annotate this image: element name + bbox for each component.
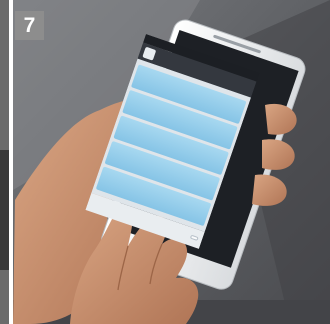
step-number-badge: 7 [15, 11, 44, 40]
photo-scene: 7 [0, 0, 330, 324]
app-icon [142, 46, 157, 61]
reply-button[interactable] [189, 234, 199, 242]
